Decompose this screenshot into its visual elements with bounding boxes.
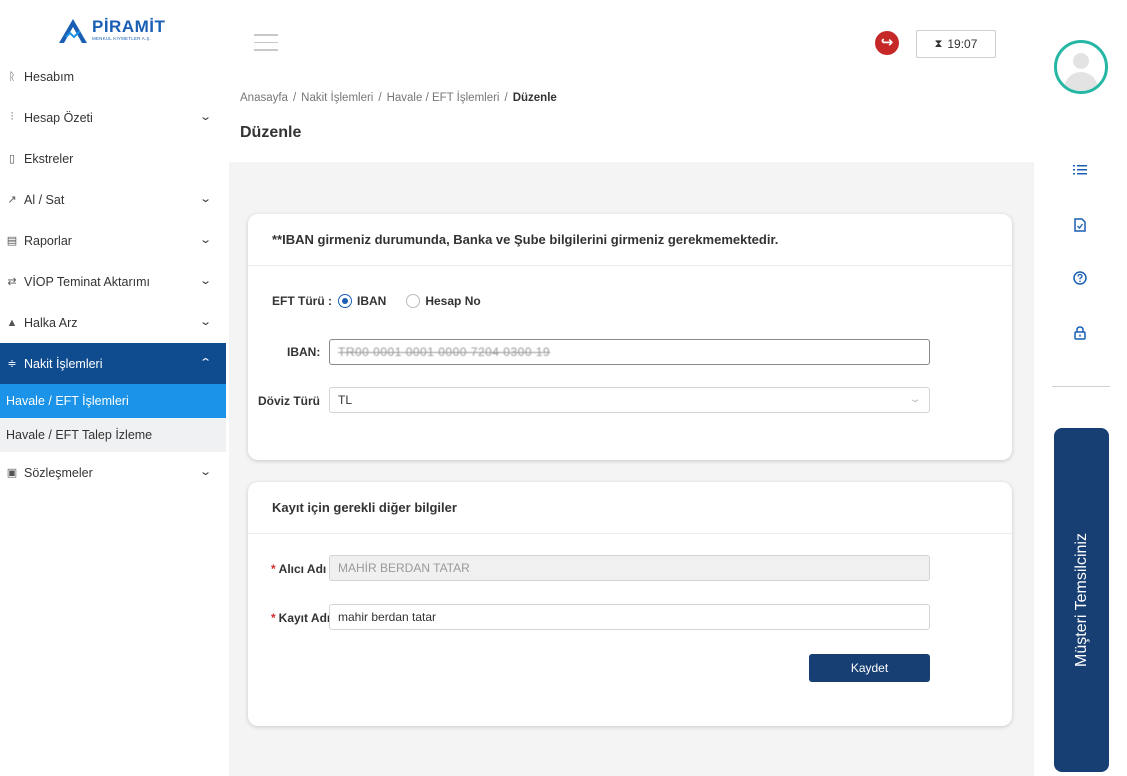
brand-logo[interactable]: PİRAMİT MENKUL KIYMETLER A.Ş. <box>58 18 165 44</box>
sidebar-item-label: Hesabım <box>24 69 75 84</box>
page-title: Düzenle <box>240 124 302 141</box>
sidebar-item-label: Raporlar <box>24 233 72 248</box>
sidebar-item-halka-arz[interactable]: ▲ Halka Arz ⌄ <box>0 302 226 343</box>
customer-rep-label: Müşteri Temsilciniz <box>1072 533 1090 667</box>
sidebar-item-viop[interactable]: ⇄ VİOP Teminat Aktarımı ⌄ <box>0 261 226 302</box>
chevron-down-icon: ⌄ <box>198 275 212 287</box>
sidebar: PİRAMİT MENKUL KIYMETLER A.Ş. ᚱ Hesabım … <box>0 0 226 776</box>
avatar[interactable] <box>1054 40 1108 94</box>
piramit-logo-icon <box>59 19 87 43</box>
list-icon[interactable] <box>1070 160 1090 180</box>
sidebar-item-label: Al / Sat <box>24 192 65 207</box>
currency-value: TL <box>338 393 353 407</box>
iban-notice: **IBAN girmeniz durumunda, Banka ve Şube… <box>248 214 1012 266</box>
record-card-title: Kayıt için gerekli diğer bilgiler <box>248 482 1012 534</box>
recipient-label: * Alıcı Adı <box>271 562 326 576</box>
summary-icon: ⫶ <box>10 111 14 123</box>
brand-subtitle: MENKUL KIYMETLER A.Ş. <box>92 36 152 41</box>
currency-select[interactable]: TL ⌄ <box>329 387 930 413</box>
contract-icon: ▣ <box>6 467 18 479</box>
subitem-havale-eft-islemleri[interactable]: Havale / EFT İşlemleri <box>0 384 226 418</box>
hourglass-icon: ⧗ <box>934 37 943 50</box>
sidebar-item-label: Ekstreler <box>24 151 74 166</box>
lock-icon[interactable] <box>1070 323 1090 343</box>
required-mark: * <box>271 611 276 625</box>
page-header: ↪ ⧗ 19:07 Anasayfa / Nakit İşlemleri / Haval… <box>229 0 1034 162</box>
subitem-havale-eft-talep-izleme[interactable]: Havale / EFT Talep İzleme <box>0 418 226 452</box>
cash-icon: ≑ <box>7 358 17 370</box>
sidebar-item-label: Nakit İşlemleri <box>24 356 103 371</box>
radio-hesap-no-label[interactable]: Hesap No <box>425 294 480 308</box>
brand-name: PİRAMİT <box>92 17 166 36</box>
trade-icon: ↗ <box>7 194 17 206</box>
user-icon: ᚱ <box>8 70 16 83</box>
iban-label: IBAN: <box>287 345 321 359</box>
radio-iban[interactable] <box>338 294 352 308</box>
recipient-label-text: Alıcı Adı <box>278 562 327 576</box>
sidebar-item-label: Halka Arz <box>24 315 78 330</box>
chevron-down-icon: ⌄ <box>198 234 212 246</box>
help-icon[interactable] <box>1070 268 1090 288</box>
record-name-label-text: Kayıt Adı <box>278 611 331 625</box>
chevron-down-icon: ⌄ <box>198 111 212 123</box>
chevron-down-icon: ⌄ <box>908 394 922 405</box>
sidebar-item-label: VİOP Teminat Aktarımı <box>24 274 150 289</box>
right-rail: Müşteri Temsilciniz <box>1034 0 1127 776</box>
logout-icon[interactable]: ↪ <box>875 31 899 55</box>
sidebar-item-label: Hesap Özeti <box>24 110 93 125</box>
report-icon: ▤ <box>6 235 18 247</box>
iban-value: TR00 0001 0001 0000 7204 0300 19 <box>338 345 551 359</box>
sidebar-item-hesabim[interactable]: ᚱ Hesabım <box>0 56 226 97</box>
sidebar-item-sozlesmeler[interactable]: ▣ Sözleşmeler ⌄ <box>0 452 226 493</box>
sidebar-menu: ᚱ Hesabım ⫶ Hesap Özeti ⌄ ▯ Ekstreler ↗ … <box>0 56 226 493</box>
record-card: Kayıt için gerekli diğer bilgiler * Alıcı… <box>248 482 1012 726</box>
iban-input[interactable]: TR00 0001 0001 0000 7204 0300 19 <box>329 339 930 365</box>
hamburger-menu-icon[interactable] <box>254 34 278 52</box>
currency-label: Döviz Türü <box>258 394 320 408</box>
breadcrumb-link[interactable]: Nakit İşlemleri <box>301 92 373 104</box>
sidebar-item-label: Sözleşmeler <box>24 465 93 480</box>
eft-type-row: EFT Türü : IBAN Hesap No <box>272 294 495 308</box>
sidebar-item-al-sat[interactable]: ↗ Al / Sat ⌄ <box>0 179 226 220</box>
document-icon: ▯ <box>8 153 16 165</box>
iban-card: **IBAN girmeniz durumunda, Banka ve Şube… <box>248 214 1012 460</box>
eft-type-label: EFT Türü : <box>272 294 332 308</box>
record-name-label: * Kayıt Adı <box>271 611 330 625</box>
required-mark: * <box>271 562 276 576</box>
session-timer: ⧗ 19:07 <box>916 30 996 58</box>
sidebar-item-raporlar[interactable]: ▤ Raporlar ⌄ <box>0 220 226 261</box>
customer-rep-tab[interactable]: Müşteri Temsilciniz <box>1054 428 1109 772</box>
chevron-up-icon: ⌃ <box>198 357 212 369</box>
file-icon[interactable] <box>1070 215 1090 235</box>
sidebar-item-hesap-ozeti[interactable]: ⫶ Hesap Özeti ⌄ <box>0 97 226 138</box>
sidebar-item-ekstreler[interactable]: ▯ Ekstreler <box>0 138 226 179</box>
save-button[interactable]: Kaydet <box>809 654 930 682</box>
radio-hesap-no[interactable] <box>406 294 421 308</box>
sidebar-item-nakit-islemleri[interactable]: ≑ Nakit İşlemleri ⌃ <box>0 343 226 384</box>
ipo-icon: ▲ <box>6 316 18 329</box>
radio-iban-label[interactable]: IBAN <box>357 294 386 308</box>
recipient-input[interactable]: MAHİR BERDAN TATAR <box>329 555 930 581</box>
main-content: ↪ ⧗ 19:07 Anasayfa / Nakit İşlemleri / Haval… <box>229 0 1034 776</box>
transfer-icon: ⇄ <box>7 276 17 288</box>
chevron-down-icon: ⌄ <box>198 316 212 328</box>
breadcrumb-link[interactable]: Havale / EFT İşlemleri <box>387 92 500 104</box>
timer-value: 19:07 <box>947 37 978 51</box>
rail-divider <box>1052 386 1110 387</box>
breadcrumb: Anasayfa / Nakit İşlemleri / Havale / EFT İş… <box>240 92 557 104</box>
breadcrumb-current: Düzenle <box>512 92 557 104</box>
record-name-input[interactable]: mahir berdan tatar <box>329 604 930 630</box>
chevron-down-icon: ⌄ <box>198 193 212 205</box>
chevron-down-icon: ⌄ <box>198 466 212 478</box>
nakit-submenu: Havale / EFT İşlemleri Havale / EFT Tale… <box>0 384 226 452</box>
breadcrumb-link[interactable]: Anasayfa <box>240 92 288 104</box>
